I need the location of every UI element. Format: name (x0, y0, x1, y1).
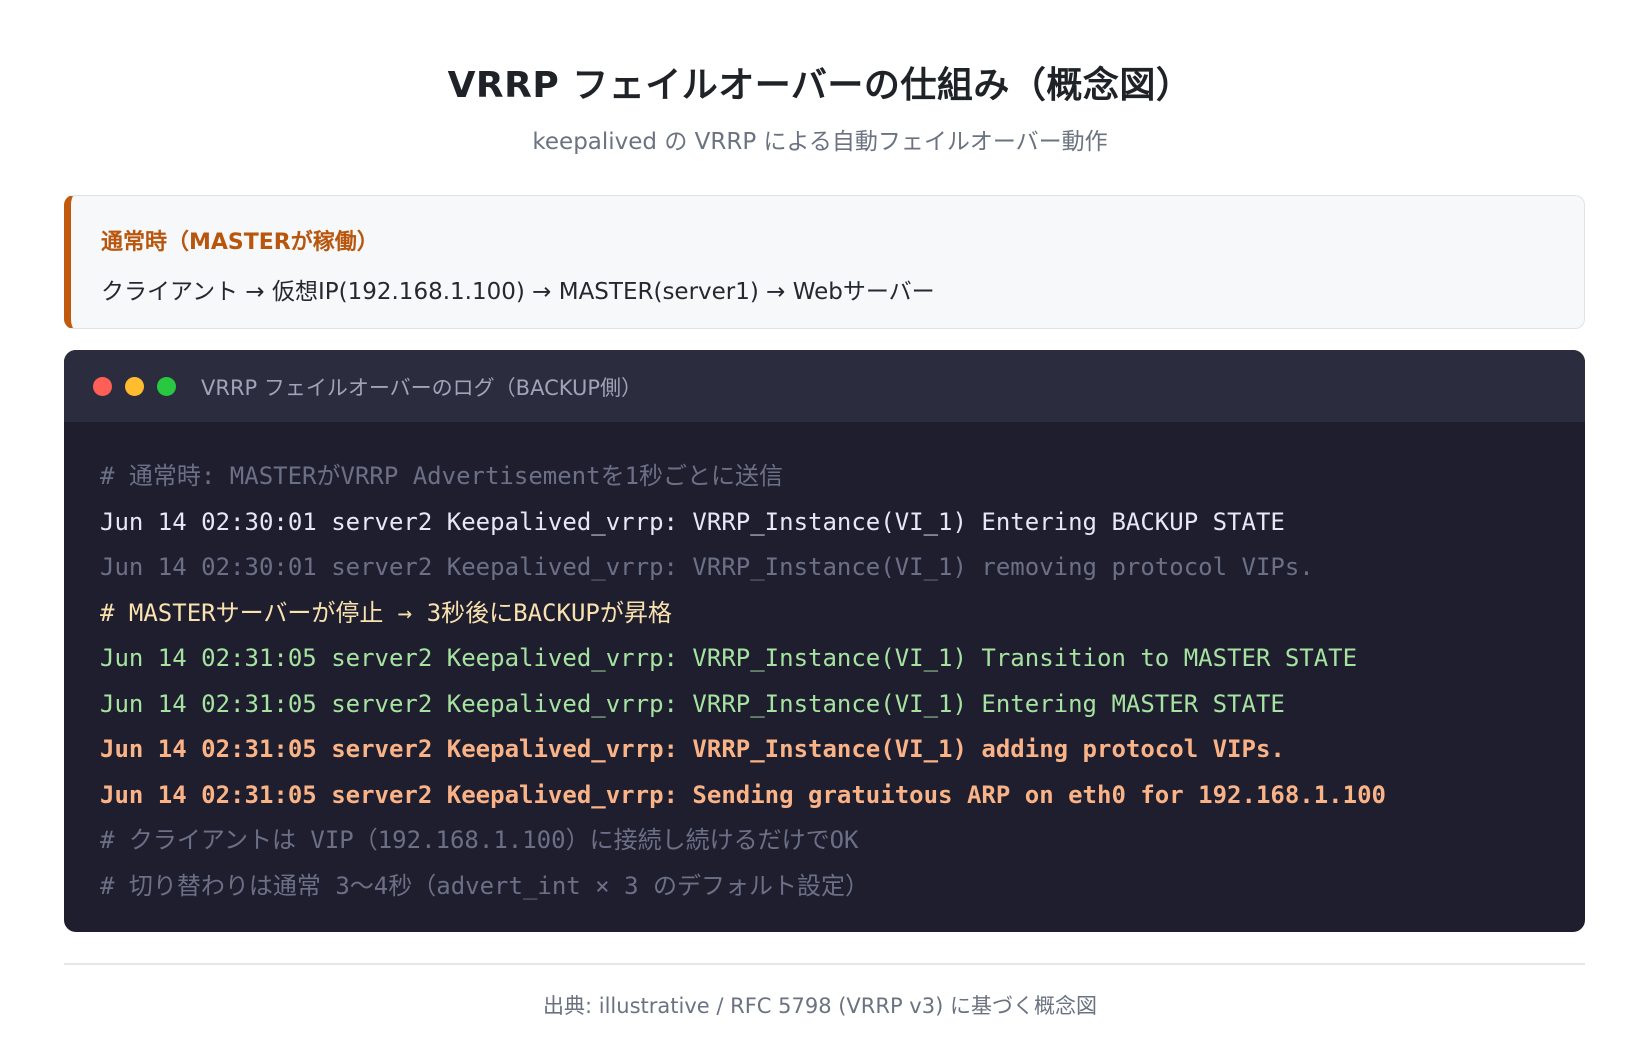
normal-state-callout: 通常時（MASTERが稼働） クライアント → 仮想IP(192.168.1.1… (64, 195, 1585, 329)
terminal-window: VRRP フェイルオーバーのログ（BACKUP側） # 通常時: MASTERが… (64, 350, 1585, 932)
page-subtitle: keepalived の VRRP による自動フェイルオーバー動作 (532, 129, 1108, 155)
log-line: # MASTERサーバーが停止 → 3秒後にBACKUPが昇格 (100, 598, 672, 627)
terminal-title-bar: VRRP フェイルオーバーのログ（BACKUP側） (64, 350, 1585, 422)
log-line: Jun 14 02:31:05 server2 Keepalived_vrrp:… (100, 735, 1285, 763)
page-title: VRRP フェイルオーバーの仕組み（概念図） (447, 65, 1193, 106)
log-line: Jun 14 02:30:01 server2 Keepalived_vrrp:… (100, 553, 1314, 581)
log-line: # 切り替わりは通常 3〜4秒（advert_int × 3 のデフォルト設定） (100, 871, 869, 900)
terminal-log: # 通常時: MASTERがVRRP Advertisementを1秒ごとに送信… (100, 454, 1565, 909)
log-line: Jun 14 02:30:01 server2 Keepalived_vrrp:… (100, 507, 1285, 536)
terminal-title: VRRP フェイルオーバーのログ（BACKUP側） (201, 376, 642, 400)
minimize-window-button[interactable] (125, 377, 144, 396)
maximize-window-button[interactable] (157, 377, 176, 396)
log-line: Jun 14 02:31:05 server2 Keepalived_vrrp:… (100, 644, 1358, 672)
log-line: # 通常時: MASTERがVRRP Advertisementを1秒ごとに送信 (100, 462, 784, 490)
page: VRRP フェイルオーバーの仕組み（概念図） keepalived の VRRP… (0, 0, 1640, 1052)
log-line: Jun 14 02:31:05 server2 Keepalived_vrrp:… (100, 780, 1386, 809)
callout-heading: 通常時（MASTERが稼働） (101, 230, 379, 255)
close-window-button[interactable] (93, 377, 112, 396)
source-caption: 出典: illustrative / RFC 5798 (VRRP v3) に基… (543, 994, 1097, 1018)
callout-body: クライアント → 仮想IP(192.168.1.100) → MASTER(se… (101, 279, 935, 305)
log-line: Jun 14 02:31:05 server2 Keepalived_vrrp:… (100, 689, 1285, 718)
footer-divider (64, 963, 1585, 965)
log-line: # クライアントは VIP（192.168.1.100）に接続し続けるだけでOK (100, 826, 859, 854)
